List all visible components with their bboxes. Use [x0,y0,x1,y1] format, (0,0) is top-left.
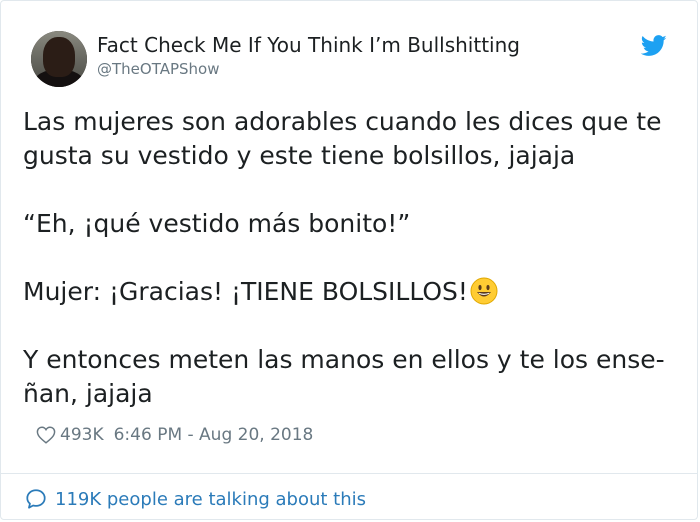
smiley-emoji-icon [470,277,498,305]
tweet-paragraph-text: Mujer: ¡Gracias! ¡TIENE BOLSILLOS! [23,277,468,306]
author-handle[interactable]: @TheOTAPShow [97,60,219,78]
speech-bubble-icon [26,489,46,509]
tweet-paragraph: “Eh, ¡qué vestido más bonito!” [23,209,411,238]
twitter-bird-icon[interactable] [641,35,667,57]
avatar[interactable] [31,31,87,87]
divider [1,473,697,474]
tweet-text: Las mujeres son adorables cuando les dic… [23,105,673,411]
tweet-paragraph: Mujer: ¡Gracias! ¡TIENE BOLSILLOS! [23,275,673,309]
tweet-card: Fact Check Me If You Think I’m Bullshitt… [0,0,698,520]
tweet-timestamp[interactable]: 6:46 PM - Aug 20, 2018 [114,425,314,445]
author-display-name[interactable]: Fact Check Me If You Think I’m Bullshitt… [97,33,520,57]
conversation-link[interactable]: 119K people are talking about this [25,485,366,513]
conversation-link-label[interactable]: 119K people are talking about this [55,489,366,510]
tweet-meta: 493K 6:46 PM - Aug 20, 2018 [36,423,313,447]
like-count[interactable]: 493K [60,425,104,445]
tweet-paragraph: Y entonces meten las manos en ellos y te… [23,345,665,408]
heart-icon[interactable] [36,426,56,444]
tweet-paragraph: Las mujeres son adorables cuando les dic… [23,107,662,170]
